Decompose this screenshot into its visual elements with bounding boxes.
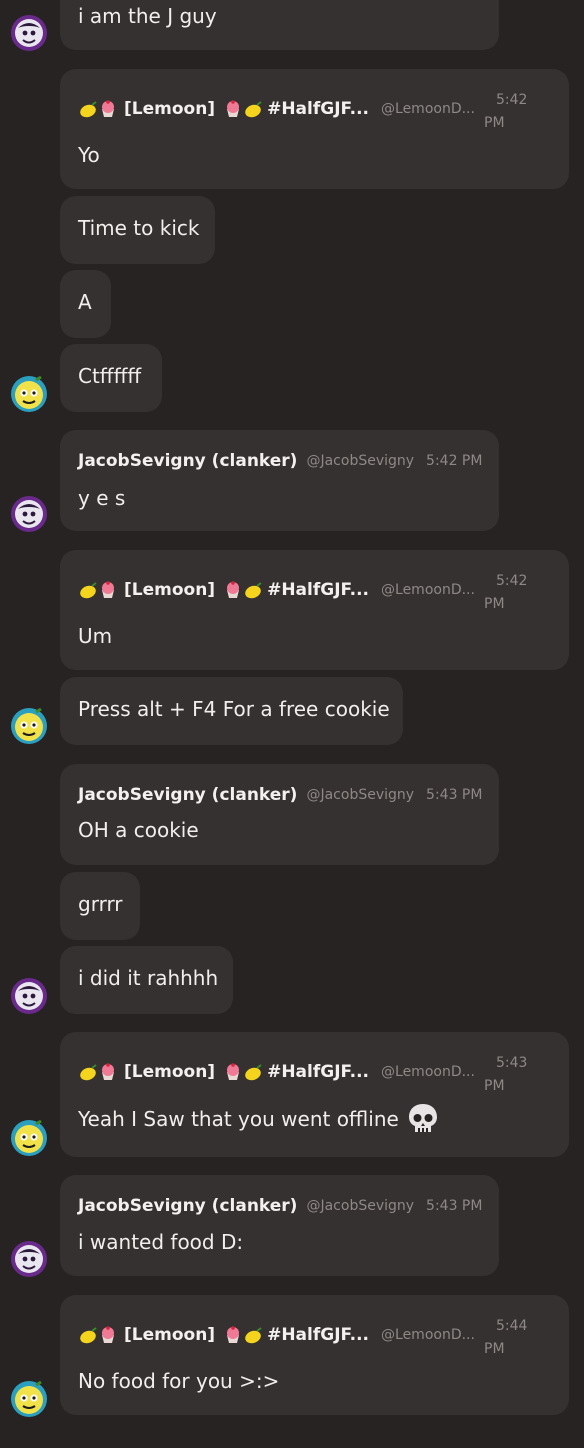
- message-header: JacobSevigny (clanker) @JacobSevigny 5:4…: [78, 785, 482, 805]
- cupcake-icon: [223, 1326, 243, 1344]
- avatar-lemoon[interactable]: [10, 707, 48, 745]
- message-text: Press alt + F4 For a free cookie: [78, 697, 390, 721]
- message-bubble: Press alt + F4 For a free cookie: [60, 677, 403, 745]
- message-header: [Lemoon] #HalfGJF... @LemoonD...: [78, 580, 475, 600]
- author-name[interactable]: JacobSevigny (clanker): [78, 451, 297, 471]
- message-bubble: [Lemoon] #HalfGJF... @LemoonD... 5:43 PM…: [60, 1032, 569, 1157]
- timestamp: 5:42 PM: [426, 453, 483, 469]
- lemon-icon: [243, 1063, 263, 1081]
- message-header: [Lemoon] #HalfGJF... @LemoonD...: [78, 1325, 475, 1345]
- message-text: A: [78, 290, 92, 314]
- cupcake-icon: [98, 100, 118, 118]
- author-name[interactable]: [Lemoon]: [124, 1062, 215, 1082]
- author-name[interactable]: [Lemoon]: [124, 580, 215, 600]
- author-name[interactable]: [Lemoon]: [124, 99, 215, 119]
- message-text: Um: [78, 624, 113, 648]
- avatar-lemoon[interactable]: [10, 1119, 48, 1157]
- author-handle: @JacobSevigny: [306, 787, 415, 803]
- message-header: JacobSevigny (clanker) @JacobSevigny 5:4…: [78, 451, 482, 471]
- message-text: i did it rahhhh: [78, 966, 219, 990]
- message-text: No food for you >:>: [78, 1369, 280, 1393]
- lemon-icon: [243, 581, 263, 599]
- avatar-jacob[interactable]: [10, 1240, 48, 1278]
- message-bubble: grrrr: [60, 872, 140, 940]
- message-bubble: A: [60, 270, 111, 338]
- message-bubble: Time to kick: [60, 196, 215, 264]
- lemon-icon: [78, 1063, 98, 1081]
- lemon-icon: [78, 1326, 98, 1344]
- avatar-jacob[interactable]: [10, 977, 48, 1015]
- author-name[interactable]: [Lemoon]: [124, 1325, 215, 1345]
- message-bubble: [Lemoon] #HalfGJF... @LemoonD... 5:42 PM…: [60, 550, 569, 670]
- message-bubble: [Lemoon] #HalfGJF... @LemoonD... 5:44 PM…: [60, 1295, 569, 1415]
- author-handle: @LemoonD...: [381, 1064, 475, 1080]
- timestamp: 5:42 PM: [484, 92, 528, 131]
- message-bubble: JacobSevigny (clanker) @JacobSevigny 5:4…: [60, 764, 499, 865]
- message-text: i wanted food D:: [78, 1230, 244, 1254]
- message-bubble: i am the J guy: [60, 0, 499, 50]
- message-text: i am the J guy: [78, 4, 217, 28]
- lemon-icon: [243, 100, 263, 118]
- timestamp: 5:43 PM: [484, 1055, 528, 1094]
- message-text: Ctffffff: [78, 364, 142, 388]
- author-tag[interactable]: #HalfGJF...: [267, 99, 369, 119]
- message-text: Yo: [78, 143, 100, 167]
- message-text: Yeah I Saw that you went offline: [78, 1107, 399, 1131]
- lemon-icon: [78, 100, 98, 118]
- timestamp: 5:43 PM: [426, 1198, 483, 1214]
- cupcake-icon: [98, 1326, 118, 1344]
- message-text: Time to kick: [78, 216, 200, 240]
- message-bubble: Ctffffff: [60, 344, 162, 412]
- author-handle: @LemoonD...: [381, 1327, 475, 1343]
- timestamp: 5:44 PM: [484, 1318, 528, 1357]
- message-bubble: JacobSevigny (clanker) @JacobSevigny 5:4…: [60, 430, 499, 531]
- message-bubble: i did it rahhhh: [60, 946, 233, 1014]
- avatar-jacob[interactable]: [10, 14, 48, 52]
- author-tag[interactable]: #HalfGJF...: [267, 1325, 369, 1345]
- message-text: grrrr: [78, 892, 123, 916]
- cupcake-icon: [223, 581, 243, 599]
- timestamp: 5:43 PM: [426, 787, 483, 803]
- message-text-row: Yeah I Saw that you went offline: [78, 1102, 439, 1136]
- cupcake-icon: [223, 1063, 243, 1081]
- avatar-lemoon[interactable]: [10, 1380, 48, 1418]
- author-handle: @JacobSevigny: [306, 453, 415, 469]
- message-bubble: JacobSevigny (clanker) @JacobSevigny 5:4…: [60, 1175, 499, 1276]
- author-tag[interactable]: #HalfGJF...: [267, 580, 369, 600]
- avatar-jacob[interactable]: [10, 495, 48, 533]
- lemon-icon: [243, 1326, 263, 1344]
- message-text: OH a cookie: [78, 818, 199, 842]
- author-handle: @JacobSevigny: [306, 1198, 415, 1214]
- lemon-icon: [78, 581, 98, 599]
- author-tag[interactable]: #HalfGJF...: [267, 1062, 369, 1082]
- cupcake-icon: [98, 581, 118, 599]
- message-text: y e s: [78, 486, 126, 510]
- timestamp: 5:42 PM: [484, 573, 528, 612]
- author-handle: @LemoonD...: [381, 101, 475, 117]
- message-header: [Lemoon] #HalfGJF... @LemoonD...: [78, 99, 475, 119]
- author-name[interactable]: JacobSevigny (clanker): [78, 1196, 297, 1216]
- avatar-lemoon[interactable]: [10, 375, 48, 413]
- author-handle: @LemoonD...: [381, 582, 475, 598]
- author-name[interactable]: JacobSevigny (clanker): [78, 785, 297, 805]
- message-bubble: [Lemoon] #HalfGJF... @LemoonD... 5:42 PM…: [60, 69, 569, 189]
- cupcake-icon: [98, 1063, 118, 1081]
- message-header: JacobSevigny (clanker) @JacobSevigny 5:4…: [78, 1196, 482, 1216]
- skull-icon: [408, 1104, 437, 1132]
- message-header: [Lemoon] #HalfGJF... @LemoonD...: [78, 1062, 475, 1082]
- cupcake-icon: [223, 100, 243, 118]
